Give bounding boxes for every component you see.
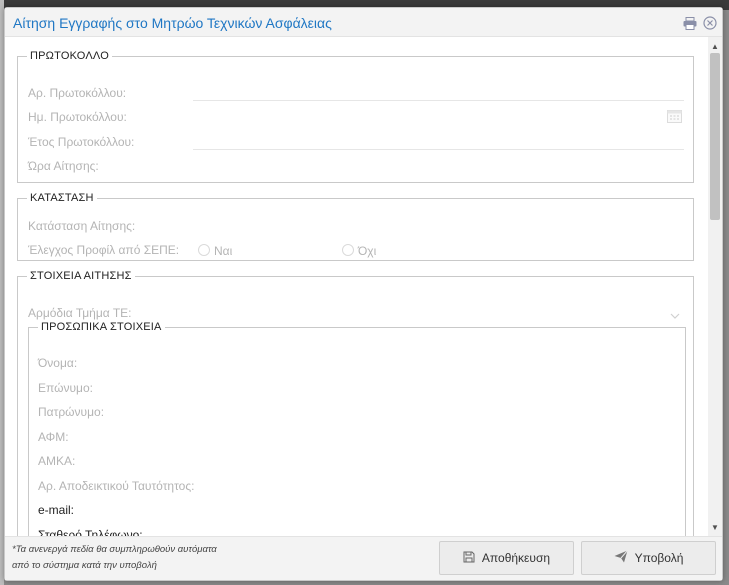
dialog-footer: *Τα ανενεργά πεδία θα συμπληρωθούν αυτόμ…: [5, 536, 722, 580]
phone-label: Σταθερό Τηλέφωνο:: [38, 528, 143, 536]
calendar-icon: [667, 109, 682, 128]
department-label: Αρμόδια Τμήμα ΤΕ:: [28, 306, 132, 320]
id-number-label: Αρ. Αποδεικτικού Ταυτότητος:: [38, 479, 195, 493]
submit-button-label: Υποβολή: [634, 551, 684, 565]
radio-no[interactable]: [342, 244, 354, 256]
floppy-disk-icon: [463, 551, 475, 566]
vertical-scrollbar[interactable]: ▲ ▼: [708, 37, 722, 536]
first-name-label: Όνομα:: [38, 356, 78, 370]
radio-yes-label: Ναι: [214, 244, 233, 258]
close-circle-icon[interactable]: [702, 15, 718, 31]
scrollbar-thumb[interactable]: [710, 53, 720, 220]
radio-no-label: Όχι: [358, 244, 377, 258]
scroll-down-arrow-icon[interactable]: ▼: [708, 520, 722, 534]
profile-check-label: Έλεγχος Προφίλ από ΣΕΠΕ:: [28, 243, 180, 257]
submit-button[interactable]: Υποβολή: [581, 541, 716, 575]
status-legend: ΚΑΤΑΣΤΑΣΗ: [30, 192, 94, 204]
dialog-content: ΠΡΩΤΟΚΟΛΛΟ Αρ. Πρωτοκόλλου: Ημ. Πρωτοκόλ…: [5, 37, 708, 536]
registration-dialog: Αίτηση Εγγραφής στο Μητρώο Τεχνικών Ασφά…: [4, 7, 723, 581]
last-name-label: Επώνυμο:: [38, 381, 93, 395]
protocol-number-field: [193, 100, 684, 101]
amka-label: ΑΜΚΑ:: [38, 454, 76, 468]
radio-yes[interactable]: [198, 244, 210, 256]
paper-plane-icon: [614, 550, 628, 566]
protocol-year-field: [193, 149, 684, 150]
father-name-label: Πατρώνυμο:: [38, 405, 105, 419]
protocol-legend: ΠΡΩΤΟΚΟΛΛΟ: [30, 50, 109, 62]
application-legend: ΣΤΟΙΧΕΙΑ ΑΙΤΗΣΗΣ: [30, 270, 132, 282]
afm-label: ΑΦΜ:: [38, 430, 69, 444]
request-time-label: Ώρα Αίτησης:: [28, 159, 99, 173]
protocol-number-label: Αρ. Πρωτοκόλλου:: [28, 86, 127, 100]
personal-fieldset: ΠΡΟΣΩΠΙΚΑ ΣΤΟΙΧΕΙΑ: [28, 321, 686, 536]
protocol-date-label: Ημ. Πρωτοκόλλου:: [28, 110, 127, 124]
dialog-title: Αίτηση Εγγραφής στο Μητρώο Τεχνικών Ασφά…: [13, 15, 332, 31]
personal-legend: ΠΡΟΣΩΠΙΚΑ ΣΤΟΙΧΕΙΑ: [41, 321, 162, 333]
auto-fill-note: *Τα ανενεργά πεδία θα συμπληρωθούν αυτόμ…: [12, 542, 217, 574]
protocol-year-label: Έτος Πρωτοκόλλου:: [28, 135, 135, 149]
save-button[interactable]: Αποθήκευση: [439, 541, 574, 575]
printer-icon[interactable]: [682, 15, 698, 31]
scroll-up-arrow-icon[interactable]: ▲: [708, 39, 722, 53]
note-line-1: *Τα ανενεργά πεδία θα συμπληρωθούν αυτόμ…: [12, 544, 217, 555]
request-status-label: Κατάσταση Αίτησης:: [28, 219, 136, 233]
email-label: e-mail:: [38, 503, 75, 517]
dialog-titlebar: Αίτηση Εγγραφής στο Μητρώο Τεχνικών Ασφά…: [5, 8, 722, 37]
save-button-label: Αποθήκευση: [481, 551, 551, 565]
note-line-2: από το σύστημα κατά την υποβολή: [12, 560, 157, 571]
